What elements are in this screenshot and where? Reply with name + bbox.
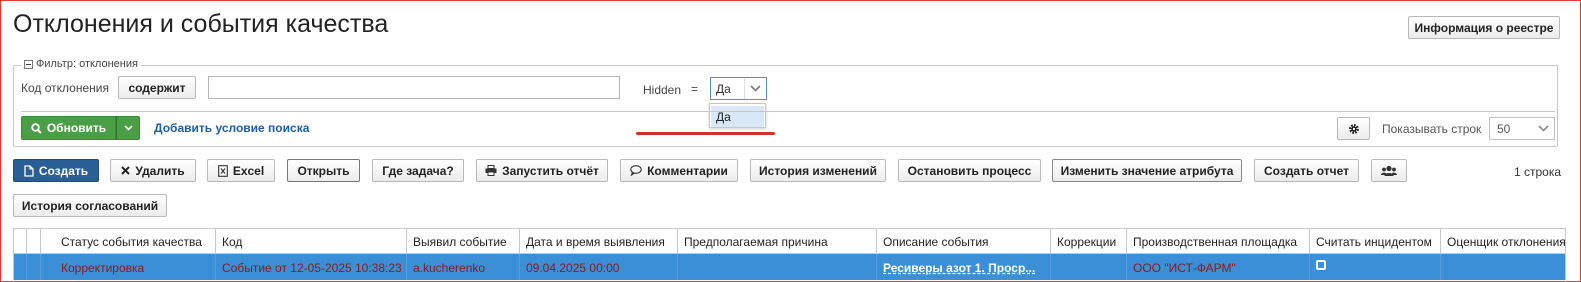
- comment-icon: [630, 165, 642, 176]
- column-header[interactable]: Коррекции: [1051, 229, 1127, 254]
- delete-button[interactable]: Удалить: [110, 159, 196, 182]
- create-report-button[interactable]: Создать отчет: [1254, 159, 1359, 182]
- filter-field-label: Код отклонения: [21, 81, 109, 95]
- header-spacer: [14, 229, 27, 254]
- refresh-button-group: Обновить: [21, 116, 140, 140]
- printer-icon: [485, 165, 497, 176]
- rows-select[interactable]: 50: [1489, 117, 1555, 140]
- cell-assessor[interactable]: [1441, 254, 1565, 280]
- chevron-down-icon[interactable]: [1532, 118, 1554, 139]
- settings-button[interactable]: [1337, 117, 1370, 140]
- comments-button[interactable]: Комментарии: [620, 159, 738, 182]
- hidden-select[interactable]: Да: [710, 77, 767, 100]
- create-button-label: Создать: [38, 163, 89, 178]
- column-header[interactable]: Производственная площадка: [1127, 229, 1310, 254]
- run-report-button-label: Запустить отчёт: [502, 163, 599, 178]
- column-header[interactable]: Статус события качества: [55, 229, 216, 254]
- open-button[interactable]: Открыть: [287, 159, 360, 182]
- rows-label: Показывать строк: [1382, 122, 1482, 136]
- data-grid: Статус события качества Код Выявил событ…: [13, 228, 1566, 282]
- cell-detected-at[interactable]: 09.04.2025 00:00: [520, 254, 678, 280]
- hidden-label: Hidden: [643, 83, 682, 97]
- delete-button-label: Удалить: [135, 163, 185, 178]
- code-filter-input[interactable]: [208, 76, 620, 99]
- rows-select-value: 50: [1497, 121, 1511, 136]
- excel-button-label: Excel: [232, 163, 265, 178]
- cell-detected-by[interactable]: a.kucherenko: [407, 254, 520, 280]
- chevron-down-icon: [123, 125, 133, 131]
- excel-button[interactable]: Excel: [207, 159, 275, 182]
- filter-legend[interactable]: Фильтр: отклонения: [21, 58, 141, 70]
- stop-process-button[interactable]: Остановить процесс: [898, 159, 1041, 182]
- column-header[interactable]: Считать инцидентом: [1310, 229, 1441, 254]
- row-select-cell[interactable]: [27, 254, 41, 280]
- close-icon: [121, 166, 131, 175]
- column-header[interactable]: Описание события: [877, 229, 1051, 254]
- cell-cause[interactable]: [678, 254, 877, 280]
- row-spacer: [14, 254, 27, 280]
- hidden-select-value: Да: [716, 81, 731, 96]
- cell-site[interactable]: ООО "ИСТ-ФАРМ": [1127, 254, 1310, 280]
- run-report-button[interactable]: Запустить отчёт: [476, 159, 608, 182]
- file-icon: [24, 164, 34, 177]
- refresh-dropdown-button[interactable]: [116, 116, 140, 140]
- row-count: 1 строка: [1514, 165, 1562, 179]
- table-row[interactable]: Корректировка Событие от 12-05-2025 10:3…: [14, 254, 1565, 280]
- grid-header: Статус события качества Код Выявил событ…: [14, 229, 1565, 254]
- create-button[interactable]: Создать: [13, 159, 99, 182]
- incident-checkbox[interactable]: [1316, 260, 1326, 270]
- registry-info-button[interactable]: Информация о реестре: [1408, 16, 1560, 39]
- users-button[interactable]: [1371, 159, 1407, 182]
- where-task-button[interactable]: Где задача?: [372, 159, 464, 182]
- cell-corrections[interactable]: [1051, 254, 1127, 280]
- approval-history-button[interactable]: История согласований: [13, 194, 167, 217]
- search-icon: [31, 122, 42, 134]
- comments-button-label: Комментарии: [647, 163, 728, 178]
- chevron-down-icon[interactable]: [744, 78, 766, 99]
- column-header[interactable]: Оценщик отклонения: [1441, 229, 1565, 254]
- change-attribute-button[interactable]: Изменить значение атрибута: [1052, 159, 1242, 182]
- highlight-underline: [636, 132, 775, 135]
- column-header[interactable]: Выявил событие: [407, 229, 520, 254]
- cell-status[interactable]: Корректировка: [55, 254, 216, 280]
- column-header[interactable]: Дата и время выявления: [520, 229, 678, 254]
- history-button[interactable]: История изменений: [750, 159, 886, 182]
- cell-code[interactable]: Событие от 12-05-2025 10:38:23: [216, 254, 407, 280]
- filter-legend-label: Фильтр: отклонения: [36, 58, 138, 70]
- users-icon: [1381, 165, 1397, 176]
- column-header[interactable]: Код: [216, 229, 407, 254]
- collapse-icon[interactable]: [24, 59, 33, 69]
- refresh-button-label: Обновить: [46, 121, 107, 135]
- page-title: Отклонения и события качества: [13, 10, 389, 38]
- add-condition-link[interactable]: Добавить условие поиска: [154, 121, 309, 135]
- equals-sign: =: [691, 82, 699, 96]
- dropdown-option[interactable]: Да: [711, 106, 764, 127]
- excel-icon: [217, 164, 228, 177]
- cell-description[interactable]: Ресиверы азот 1. Проср...: [877, 254, 1051, 280]
- hidden-select-dropdown: Да: [709, 103, 766, 128]
- filter-divider: [21, 111, 1555, 112]
- operator-button[interactable]: содержит: [118, 76, 196, 99]
- column-header[interactable]: Предполагаемая причина: [678, 229, 877, 254]
- header-select-column[interactable]: [27, 229, 41, 254]
- gear-icon: [1348, 123, 1359, 134]
- refresh-button[interactable]: Обновить: [21, 116, 116, 140]
- cell-incident[interactable]: [1310, 254, 1441, 280]
